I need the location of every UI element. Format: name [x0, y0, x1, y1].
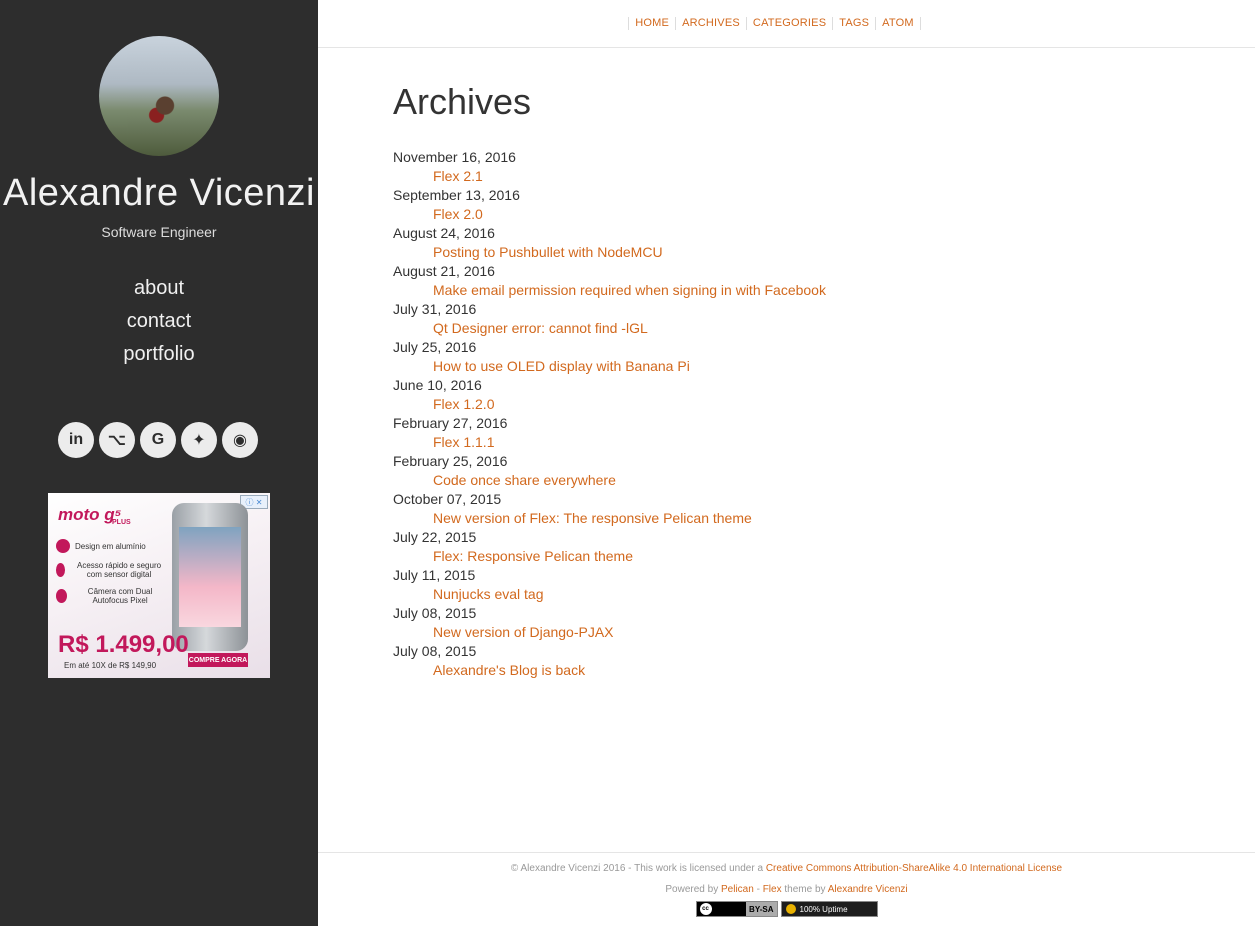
archive-date: February 27, 2016	[393, 415, 508, 431]
uptime-icon	[785, 904, 796, 914]
feature-icon	[56, 539, 70, 553]
archive-date: August 21, 2016	[393, 263, 495, 279]
top-navigation: HOME ARCHIVES CATEGORIES TAGS ATOM	[318, 0, 1255, 48]
license-link[interactable]: Creative Commons Attribution-ShareAlike …	[766, 863, 1062, 874]
powered-by-text: Powered by	[665, 884, 721, 895]
archive-post-link[interactable]: Flex 1.2.0	[433, 395, 1193, 414]
ad-feature-text: Câmera com Dual Autofocus Pixel	[87, 587, 153, 605]
nav-categories[interactable]: CATEGORIES	[747, 17, 834, 30]
fingerprint-icon	[56, 563, 66, 577]
archive-date: February 25, 2016	[393, 453, 508, 469]
ad-feature: Câmera com Dual Autofocus Pixel	[56, 587, 168, 605]
ad-feature: Acesso rápido e seguro com sensor digita…	[56, 561, 168, 579]
archive-date: September 13, 2016	[393, 187, 520, 203]
theme-by-text: theme by	[781, 884, 828, 895]
camera-icon	[56, 589, 68, 603]
archive-date: July 08, 2015	[393, 605, 477, 621]
separator-text: -	[753, 884, 763, 895]
archive-post-link[interactable]: Flex 2.1	[433, 167, 1193, 186]
archive-post-link[interactable]: Code once share everywhere	[433, 471, 1193, 490]
main-content: Archives November 16, 2016 Flex 2.1 Septem…	[393, 82, 1193, 680]
creative-commons-icon: cc	[699, 903, 712, 915]
twitter-icon[interactable]: ✦	[181, 422, 217, 458]
nav-tags[interactable]: TAGS	[833, 17, 877, 30]
ad-installments: Em até 10X de R$ 149,90	[64, 661, 157, 670]
archive-date: July 08, 2015	[393, 643, 477, 659]
copyright-text: © Alexandre Vicenzi 2016 - This work is …	[510, 863, 766, 874]
page-title: Archives	[393, 81, 532, 122]
nav-archives[interactable]: ARCHIVES	[676, 17, 747, 30]
footer-powered-line: Powered by Pelican - Flex theme by Alexa…	[318, 884, 1255, 895]
pelican-link[interactable]: Pelican	[721, 884, 754, 895]
author-link[interactable]: Alexandre Vicenzi	[828, 884, 908, 895]
archive-date: June 10, 2016	[393, 377, 482, 393]
github-icon[interactable]: ⌥	[99, 422, 135, 458]
avatar[interactable]	[99, 36, 219, 156]
archive-post-link[interactable]: Qt Designer error: cannot find -lGL	[433, 319, 1193, 338]
archive-date: July 22, 2015	[393, 529, 477, 545]
archive-date: November 16, 2016	[393, 149, 516, 165]
archive-post-link[interactable]: Alexandre's Blog is back	[433, 661, 1193, 680]
archive-date: August 24, 2016	[393, 225, 495, 241]
cc-license-badge[interactable]: cc BY-SA	[695, 901, 778, 917]
nav-menu: HOME ARCHIVES CATEGORIES TAGS ATOM	[628, 17, 921, 30]
ad-price: R$ 1.499,00	[58, 631, 189, 658]
uptime-badge-label: 100% Uptime	[799, 904, 848, 914]
sidebar: Alexandre Vicenzi Software Engineer abou…	[0, 0, 318, 926]
site-subtitle: Software Engineer	[101, 224, 217, 240]
sidebar-link-contact[interactable]: contact	[0, 310, 318, 333]
archive-date: October 07, 2015	[393, 491, 502, 507]
archive-post-link[interactable]: Nunjucks eval tag	[433, 585, 1193, 604]
archive-post-link[interactable]: Make email permission required when sign…	[433, 281, 1193, 300]
linkedin-icon[interactable]: in	[58, 422, 94, 458]
phone-screen-image	[179, 527, 241, 627]
uptime-badge[interactable]: 100% Uptime	[780, 901, 878, 917]
nav-atom[interactable]: ATOM	[876, 17, 921, 30]
flex-link[interactable]: Flex	[763, 884, 782, 895]
cc-license-badge-label: BY-SA	[746, 902, 777, 916]
archive-list: November 16, 2016 Flex 2.1 September 13, 2…	[393, 148, 1193, 680]
archive-date: July 11, 2015	[393, 567, 476, 583]
ad-feature: Design em alumínio	[56, 539, 146, 553]
archive-post-link[interactable]: Flex 1.1.1	[433, 433, 1193, 452]
advertisement-banner[interactable]: ⓘ ✕ moto g⁵ PLUS Design em alumínio Aces…	[48, 493, 270, 678]
sidebar-link-portfolio[interactable]: portfolio	[0, 343, 318, 366]
site-name[interactable]: Alexandre Vicenzi	[0, 172, 318, 215]
archive-date: July 31, 2016	[393, 301, 477, 317]
ad-brand-plus: PLUS	[112, 519, 131, 526]
archive-date: July 25, 2016	[393, 339, 477, 355]
archive-post-link[interactable]: New version of Flex: The responsive Peli…	[433, 509, 1193, 528]
archive-post-link[interactable]: Posting to Pushbullet with NodeMCU	[433, 243, 1193, 262]
footer-license-line: © Alexandre Vicenzi 2016 - This work is …	[318, 863, 1255, 874]
archive-post-link[interactable]: Flex: Responsive Pelican theme	[433, 547, 1193, 566]
archive-post-link[interactable]: New version of Django-PJAX	[433, 623, 1193, 642]
archive-post-link[interactable]: Flex 2.0	[433, 205, 1193, 224]
ad-buy-button[interactable]: COMPRE AGORA	[188, 653, 248, 667]
archive-post-link[interactable]: How to use OLED display with Banana Pi	[433, 357, 1193, 376]
ad-feature-text: Acesso rápido e seguro com sensor digita…	[77, 561, 162, 579]
sidebar-link-about[interactable]: about	[0, 277, 318, 300]
footer-badges: cc BY-SA 100% Uptime	[318, 901, 1255, 917]
rss-icon[interactable]: ◉	[222, 422, 258, 458]
google-icon[interactable]: G	[140, 422, 176, 458]
nav-home[interactable]: HOME	[629, 17, 677, 30]
ad-feature-text: Design em alumínio	[75, 541, 146, 551]
footer: © Alexandre Vicenzi 2016 - This work is …	[318, 852, 1255, 927]
